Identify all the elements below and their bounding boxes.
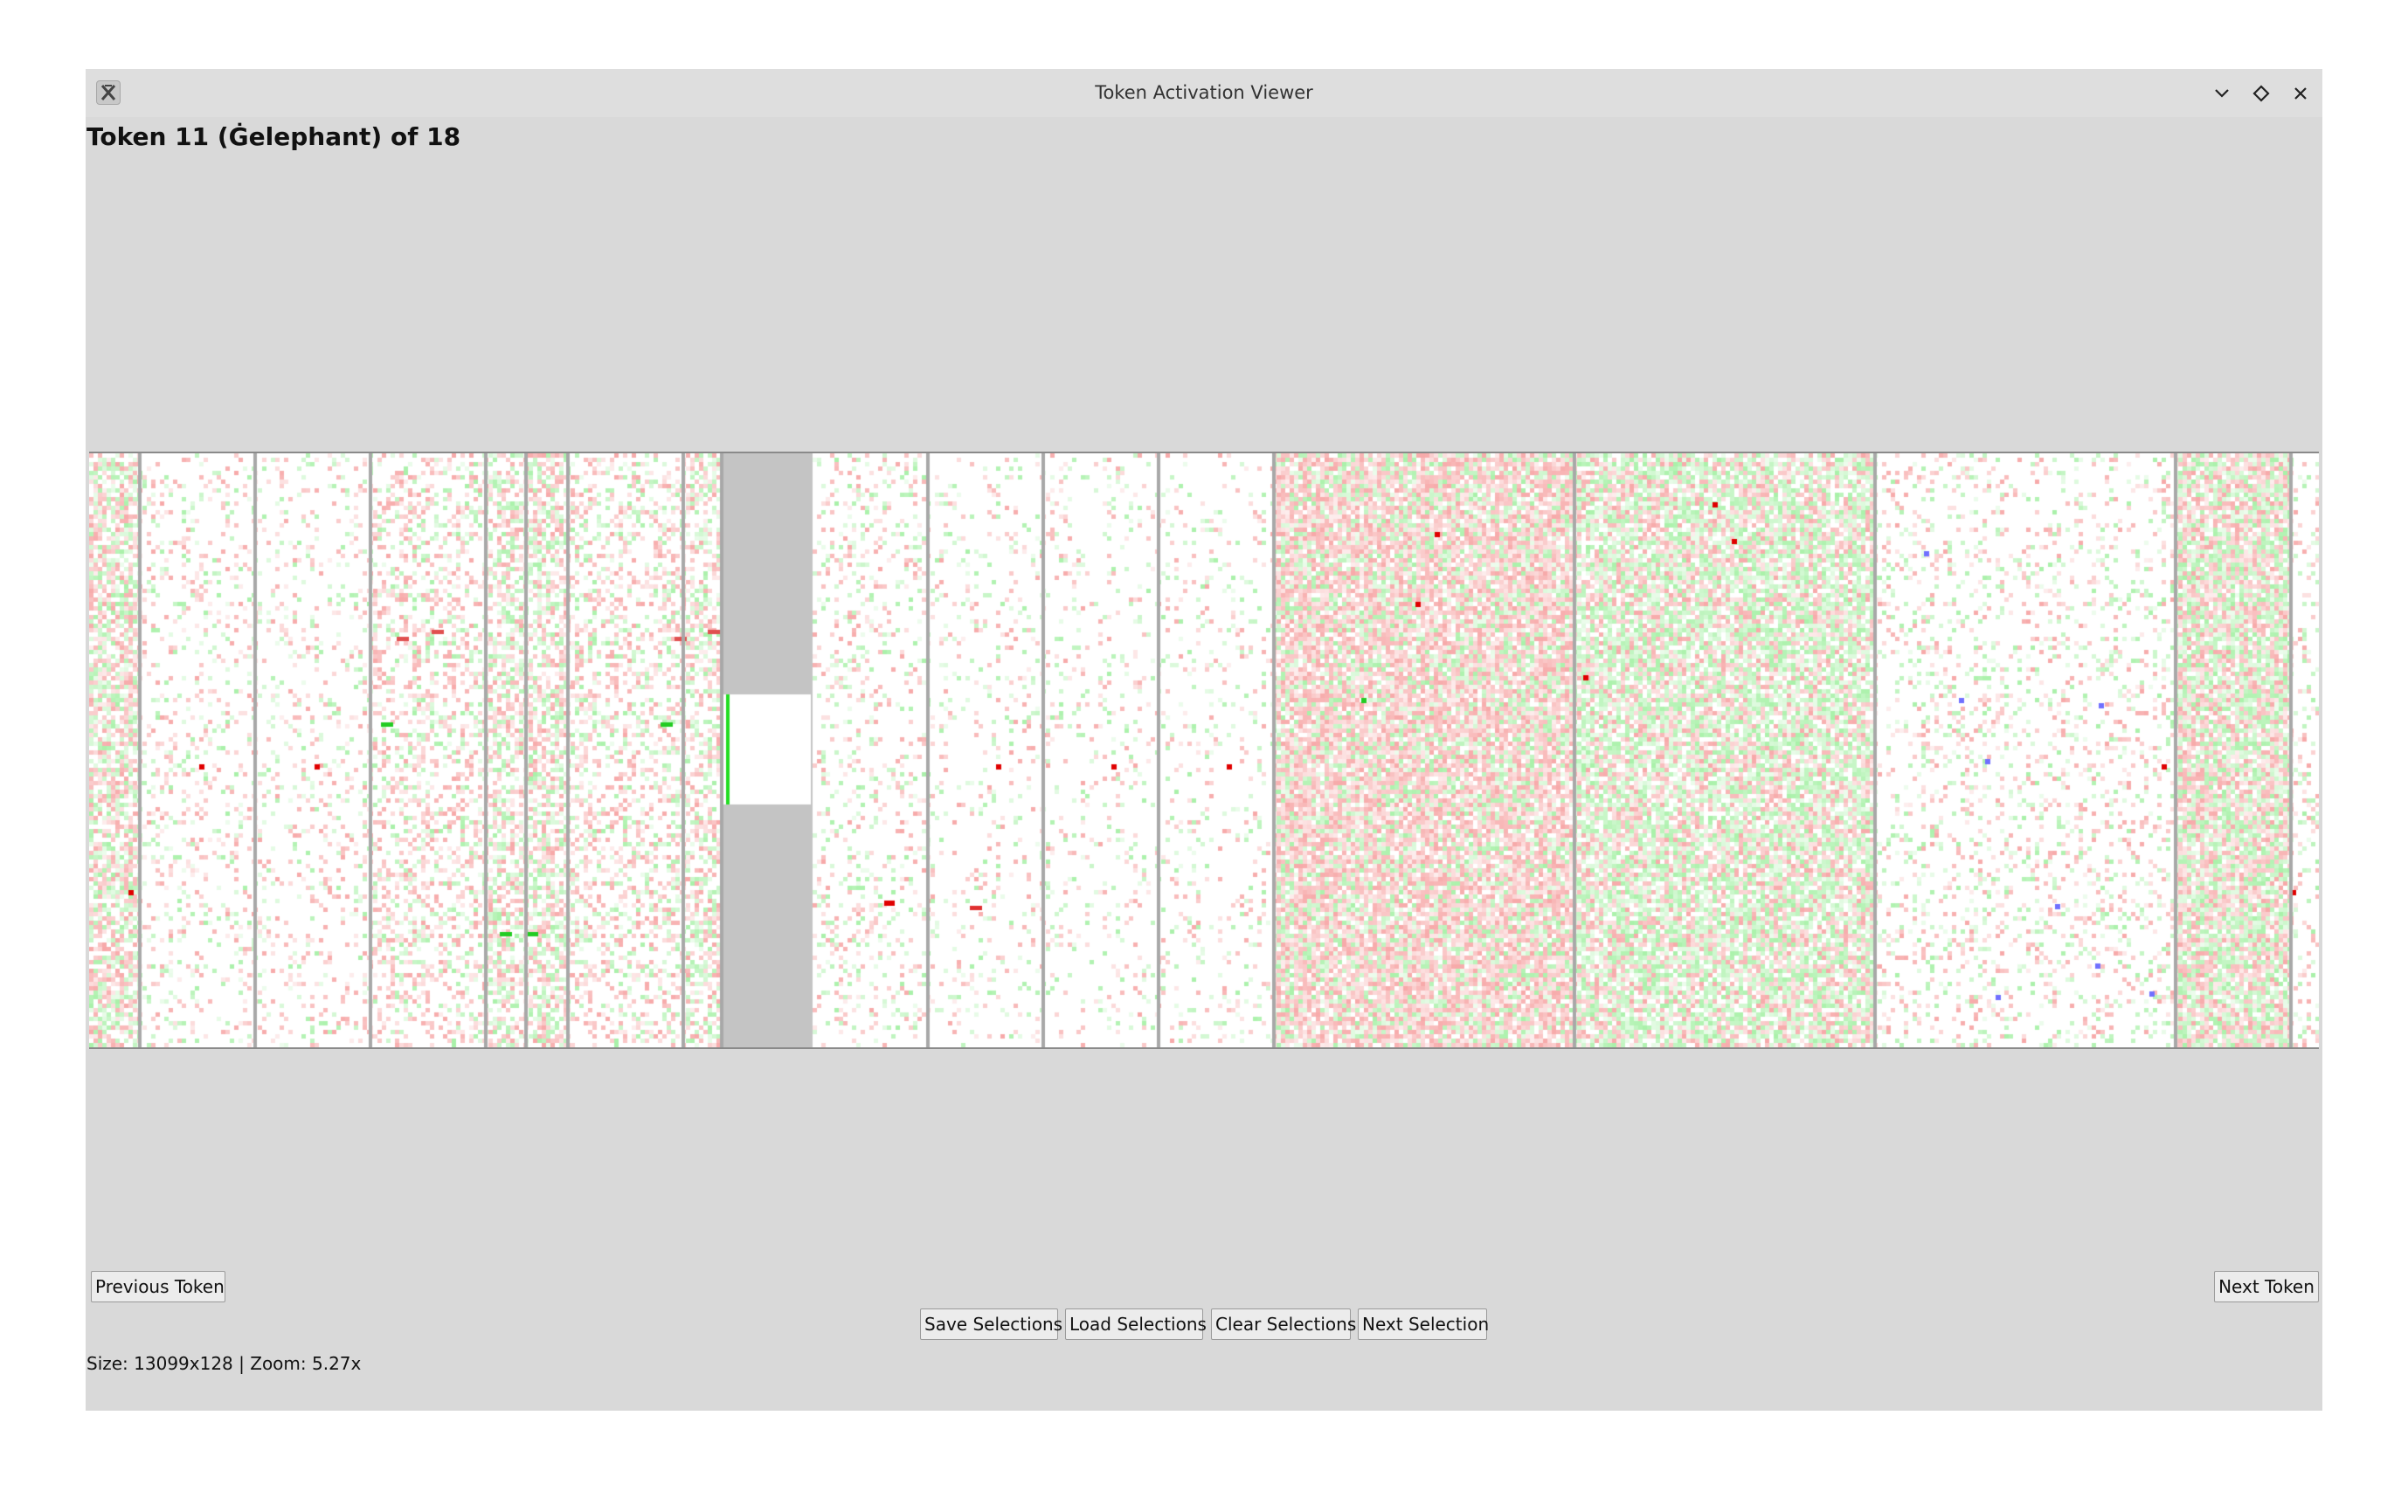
clear-selections-button[interactable]: Clear Selections xyxy=(1211,1308,1356,1340)
load-selections-button[interactable]: Load Selections xyxy=(1065,1308,1207,1340)
next-token-button[interactable]: Next Token xyxy=(2214,1271,2319,1302)
minimize-icon[interactable] xyxy=(2209,80,2235,107)
maximize-icon[interactable] xyxy=(2248,80,2274,107)
heatmap-canvas[interactable] xyxy=(89,453,2319,1047)
previous-token-button[interactable]: Previous Token xyxy=(91,1271,225,1302)
token-title: Token 11 (Ġelephant) of 18 xyxy=(86,122,461,151)
close-icon[interactable] xyxy=(2287,80,2314,107)
save-selections-button[interactable]: Save Selections xyxy=(920,1308,1062,1340)
app-window: Token Activation Viewer Token 11 (Ġeleph… xyxy=(86,69,2322,1411)
status-bar: Size: 13099x128 | Zoom: 5.27x xyxy=(86,1353,362,1374)
activation-heatmap[interactable] xyxy=(89,452,2319,1049)
window-title: Token Activation Viewer xyxy=(1095,82,1313,103)
next-selection-button[interactable]: Next Selection xyxy=(1358,1308,1489,1340)
title-bar[interactable]: Token Activation Viewer xyxy=(86,69,2322,117)
